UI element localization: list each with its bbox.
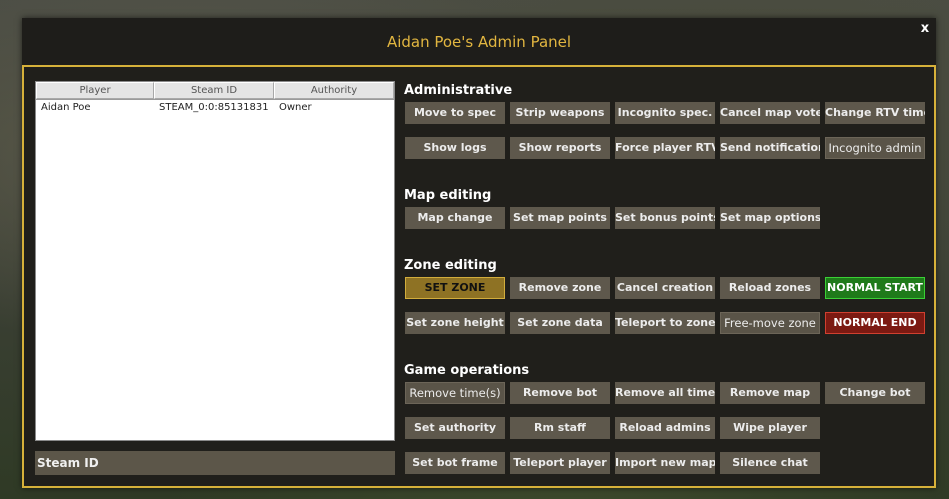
free-move-zone-button[interactable]: Free-move zone [720, 312, 820, 334]
title-bar: Aidan Poe's Admin Panel [22, 18, 936, 66]
show-reports-button[interactable]: Show reports [510, 137, 610, 159]
cell-player: Aidan Poe [41, 102, 91, 113]
show-logs-button[interactable]: Show logs [405, 137, 505, 159]
set-zone-button[interactable]: SET ZONE [405, 277, 505, 299]
remove-all-times-button[interactable]: Remove all times [615, 382, 715, 404]
set-zone-height-button[interactable]: Set zone height [405, 312, 505, 334]
remove-times-button[interactable]: Remove time(s) [405, 382, 505, 404]
cell-authority: Owner [279, 102, 312, 113]
rm-staff-button[interactable]: Rm staff [510, 417, 610, 439]
reload-zones-button[interactable]: Reload zones [720, 277, 820, 299]
table-row[interactable]: Aidan Poe STEAM_0:0:85131831 Owner [36, 100, 394, 116]
section-title-map-editing: Map editing [404, 188, 492, 203]
column-header-authority[interactable]: Authority [274, 82, 394, 99]
remove-zone-button[interactable]: Remove zone [510, 277, 610, 299]
teleport-player-button[interactable]: Teleport player [510, 452, 610, 474]
remove-bot-button[interactable]: Remove bot [510, 382, 610, 404]
normal-end-button[interactable]: NORMAL END [825, 312, 925, 334]
table-header: Player Steam ID Authority [36, 82, 394, 100]
steam-id-field[interactable]: Steam ID [35, 451, 395, 475]
set-authority-button[interactable]: Set authority [405, 417, 505, 439]
set-bonus-points-button[interactable]: Set bonus points [615, 207, 715, 229]
set-bot-frame-button[interactable]: Set bot frame [405, 452, 505, 474]
set-zone-data-button[interactable]: Set zone data [510, 312, 610, 334]
cancel-map-vote-button[interactable]: Cancel map vote [720, 102, 820, 124]
close-button[interactable]: x [918, 21, 932, 37]
teleport-to-zone-button[interactable]: Teleport to zone [615, 312, 715, 334]
send-notification-button[interactable]: Send notification [720, 137, 820, 159]
section-title-zone-editing: Zone editing [404, 258, 497, 273]
cell-steam-id: STEAM_0:0:85131831 [159, 102, 269, 113]
silence-chat-button[interactable]: Silence chat [720, 452, 820, 474]
wipe-player-button[interactable]: Wipe player [720, 417, 820, 439]
column-header-steam-id[interactable]: Steam ID [154, 82, 274, 99]
normal-start-button[interactable]: NORMAL START [825, 277, 925, 299]
change-rtv-time-button[interactable]: Change RTV time [825, 102, 925, 124]
set-map-options-button[interactable]: Set map options [720, 207, 820, 229]
map-change-button[interactable]: Map change [405, 207, 505, 229]
incognito-admin-button[interactable]: Incognito admin [825, 137, 925, 159]
set-map-points-button[interactable]: Set map points [510, 207, 610, 229]
column-header-player[interactable]: Player [36, 82, 154, 99]
remove-map-button[interactable]: Remove map [720, 382, 820, 404]
section-title-game-operations: Game operations [404, 363, 530, 378]
section-title-administrative: Administrative [404, 83, 513, 98]
main-panel: Player Steam ID Authority Aidan Poe STEA… [22, 65, 936, 488]
force-player-rtv-button[interactable]: Force player RTV [615, 137, 715, 159]
incognito-spec-button[interactable]: Incognito spec. [615, 102, 715, 124]
reload-admins-button[interactable]: Reload admins [615, 417, 715, 439]
window-title: Aidan Poe's Admin Panel [386, 33, 572, 51]
strip-weapons-button[interactable]: Strip weapons [510, 102, 610, 124]
change-bot-button[interactable]: Change bot [825, 382, 925, 404]
import-new-map-button[interactable]: Import new map [615, 452, 715, 474]
cancel-creation-button[interactable]: Cancel creation [615, 277, 715, 299]
admin-panel-window: Aidan Poe's Admin Panel x Player Steam I… [22, 18, 936, 488]
player-table: Player Steam ID Authority Aidan Poe STEA… [35, 81, 395, 441]
move-to-spec-button[interactable]: Move to spec [405, 102, 505, 124]
